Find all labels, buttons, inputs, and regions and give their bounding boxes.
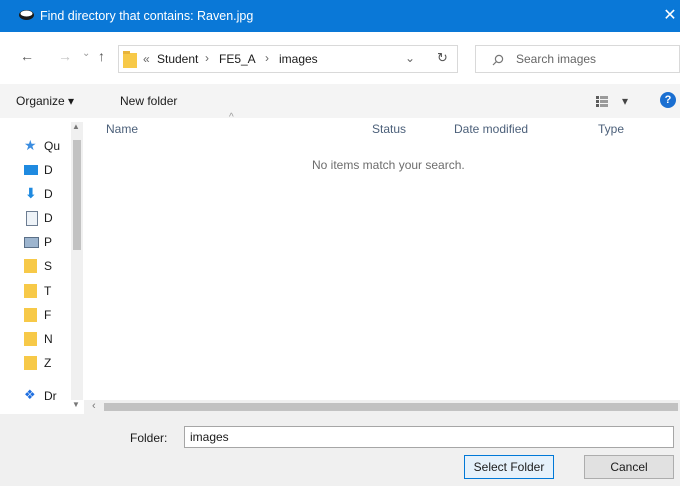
up-arrow-icon[interactable]: ↑ [98,48,105,64]
forward-arrow-icon[interactable]: → [58,48,72,64]
search-box[interactable]: Search images [475,45,680,73]
sidebar-item-folder[interactable]: S [24,258,70,276]
sidebar-item-dropbox[interactable]: ❖ Dr [24,387,70,406]
address-bar[interactable]: « Student › FE5_A › images ⌄ ↻ [118,45,458,73]
sidebar-item-downloads[interactable]: ⬇ D [24,185,70,204]
sidebar-item-folder[interactable]: N [24,331,70,349]
window-title: Find directory that contains: Raven.jpg [40,9,254,23]
sidebar-item-label: D [44,187,53,201]
dialog-footer [0,414,680,486]
sort-indicator-icon: ^ [229,112,234,123]
desktop-icon [24,165,38,175]
folder-icon [24,284,37,298]
sidebar-item-folder[interactable]: T [24,283,70,301]
sidebar-item-pictures[interactable]: P [24,234,70,252]
new-folder-button[interactable]: New folder [120,94,177,108]
star-icon: ★ [24,137,37,153]
sidebar-item-label: S [44,259,53,273]
sidebar-item-label: Z [44,356,52,370]
folder-icon [24,308,37,322]
breadcrumb-student[interactable]: Student [157,52,198,66]
sidebar-item-label: Qu [44,139,61,153]
command-bar [0,84,680,118]
folder-icon [24,259,37,273]
sidebar-item-quick-access[interactable]: ★ Qu [24,137,70,156]
search-icon [492,54,504,66]
horizontal-scroll-thumb[interactable] [104,403,678,411]
breadcrumb-overflow[interactable]: « [143,52,150,66]
breadcrumb-images[interactable]: images [279,52,318,66]
breadcrumb-fe5a[interactable]: FE5_A [219,52,256,66]
column-header-name[interactable]: Name [106,122,138,136]
close-icon[interactable]: ✕ [660,6,680,26]
sidebar-item-label: D [44,163,53,177]
download-icon: ⬇ [25,185,37,201]
recent-dropdown-icon[interactable]: ⌄ [82,48,90,59]
sidebar-item-label: P [44,235,53,249]
search-input[interactable]: Search images [516,52,596,66]
scroll-left-icon[interactable]: ‹ [92,400,96,412]
sidebar-item-documents[interactable]: D [24,210,70,228]
sidebar-item-label: F [44,308,52,322]
column-header-date-modified[interactable]: Date modified [454,122,528,136]
empty-list-message: No items match your search. [312,158,465,172]
sidebar-item-folder[interactable]: F [24,307,70,325]
scroll-up-icon[interactable]: ▲ [72,122,80,131]
view-options-icon[interactable] [596,95,608,107]
breadcrumb-separator[interactable]: › [265,51,269,65]
document-icon [26,211,38,226]
select-folder-button[interactable]: Select Folder [464,455,554,479]
folder-name-field[interactable]: images [184,426,674,448]
folder-icon [24,356,37,370]
help-icon[interactable]: ? [660,92,676,108]
sidebar-item-label: T [44,284,52,298]
sidebar-item-label: D [44,211,53,225]
address-dropdown-icon[interactable]: ⌄ [405,51,415,65]
column-header-type[interactable]: Type [598,122,624,136]
folder-label: Folder: [130,431,168,445]
column-header-status[interactable]: Status [372,122,406,136]
sidebar-item-folder[interactable]: Z [24,355,70,373]
navigation-scroll-thumb[interactable] [73,140,81,250]
view-dropdown-icon[interactable]: ▾ [622,94,628,108]
back-arrow-icon[interactable]: ← [20,48,34,64]
scroll-down-icon[interactable]: ▼ [72,400,80,409]
picture-icon [24,237,39,248]
folder-icon [123,51,137,68]
organize-button[interactable]: Organize ▾ [16,94,74,108]
sidebar-item-desktop[interactable]: D [24,162,70,180]
app-icon [19,10,34,20]
sidebar-item-label: Dr [44,389,57,403]
breadcrumb-separator[interactable]: › [205,51,209,65]
cancel-button[interactable]: Cancel [584,455,674,479]
dropbox-icon: ❖ [24,387,36,402]
folder-icon [24,332,37,346]
refresh-icon[interactable]: ↻ [437,50,448,66]
sidebar-item-label: N [44,332,53,346]
